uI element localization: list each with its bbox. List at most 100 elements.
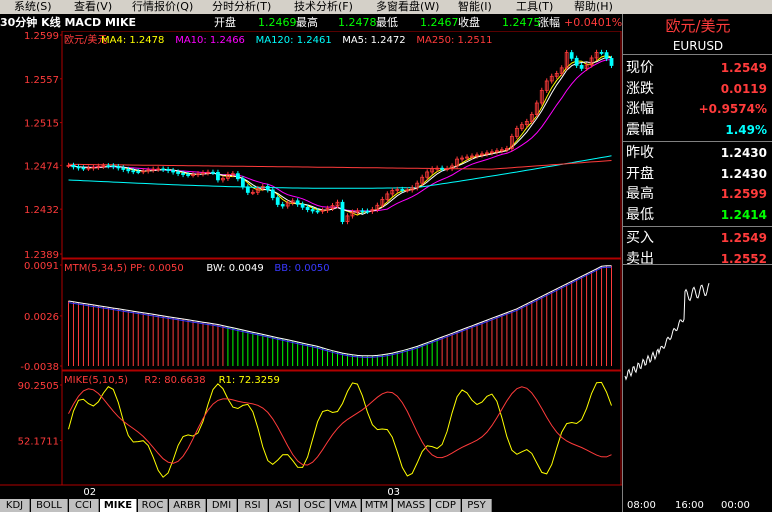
menu-quotes[interactable]: 行情报价(Q) — [132, 0, 193, 14]
candle-body — [599, 52, 604, 54]
mtm-bw-line — [68, 265, 612, 357]
candle-body — [176, 171, 180, 174]
candle-body — [609, 58, 614, 66]
candle-body — [360, 210, 365, 213]
quote-value: +0.9574% — [698, 102, 767, 116]
tab-osc[interactable]: OSC — [300, 499, 330, 512]
tab-dmi[interactable]: DMI — [207, 499, 237, 512]
tab-vma[interactable]: VMA — [331, 499, 361, 512]
menu-multiwindow[interactable]: 多窗看盘(W) — [376, 0, 439, 14]
candle-body — [161, 168, 166, 171]
quote-label: 昨收 — [626, 145, 654, 161]
tab-asi[interactable]: ASI — [269, 499, 299, 512]
main-legend-item: MA120: 1.2461 — [256, 35, 332, 46]
quote-row: 开盘 1.2430 — [623, 164, 771, 184]
candle-body — [106, 165, 111, 168]
mike-r2-line — [68, 386, 612, 466]
tab-kdj[interactable]: KDJ — [0, 499, 30, 512]
tab-psy[interactable]: PSY — [462, 499, 492, 512]
quote-divider — [623, 140, 772, 142]
candle-body — [579, 64, 584, 69]
menu-system[interactable]: 系统(S) — [14, 0, 52, 14]
candle-body — [166, 168, 171, 171]
candle-body — [245, 186, 250, 193]
mtm-legend-item: BB: 0.0050 — [274, 263, 329, 274]
tab-mike[interactable]: MIKE — [100, 499, 137, 512]
main-y-tick: 1.2432 — [24, 205, 59, 216]
quote-value: 1.2549 — [720, 231, 767, 245]
intraday-price-line — [624, 283, 710, 381]
candle-body — [71, 164, 76, 168]
time-label-0: 08:00 — [627, 500, 656, 511]
menu-view[interactable]: 查看(V) — [74, 0, 112, 14]
tab-mtm[interactable]: MTM — [362, 499, 392, 512]
change-value: +0.0401% — [564, 16, 623, 29]
candle-body — [121, 167, 126, 170]
mike-legend-item: MIKE(5,10,5) — [64, 375, 128, 386]
quote-label: 涨跌 — [626, 80, 654, 97]
tab-roc[interactable]: ROC — [138, 499, 168, 512]
quote-label: 最低 — [626, 206, 654, 223]
quote-value: 1.2549 — [720, 61, 767, 75]
quote-row: 现价 1.2549 — [623, 58, 771, 78]
menu-help[interactable]: 帮助(H) — [574, 0, 613, 14]
quote-label: 开盘 — [626, 165, 654, 182]
candle-body — [186, 174, 190, 176]
tab-boll[interactable]: BOLL — [31, 499, 68, 512]
tab-cci[interactable]: CCI — [69, 499, 99, 512]
main-y-tick: 1.2474 — [24, 161, 59, 172]
tab-mass[interactable]: MASS — [393, 499, 430, 512]
intraday-mini-chart — [624, 283, 710, 381]
main-y-tick: 1.2389 — [24, 250, 59, 261]
candle-body — [574, 57, 579, 66]
x-date-label: 02 — [83, 487, 96, 497]
quote-label: 震幅 — [626, 121, 654, 138]
quote-value: 0.0119 — [720, 81, 767, 96]
quote-value: 1.49% — [725, 122, 767, 137]
main-legend-item: MA4: 1.2478 — [101, 35, 164, 46]
pane-frame — [61, 30, 622, 259]
tab-arbr[interactable]: ARBR — [169, 499, 206, 512]
menu-tools[interactable]: 工具(T) — [516, 0, 553, 14]
menu-timeshare[interactable]: 分时分析(T) — [212, 0, 271, 14]
menu-technical[interactable]: 技术分析(F) — [294, 0, 353, 14]
candle-body — [211, 171, 215, 174]
candle-body — [235, 173, 240, 180]
quote-label: 买入 — [626, 230, 654, 246]
close-label: 收盘 — [458, 16, 480, 29]
quote-panel: 欧元/美元 EURUSD 现价 1.2549 涨跌 0.0119 涨幅 +0.9574% 震… — [622, 14, 772, 512]
change-label: 涨幅 — [538, 16, 560, 29]
quote-code: EURUSD — [623, 38, 772, 55]
tab-cdp[interactable]: CDP — [431, 499, 461, 512]
time-label-2: 00:00 — [721, 500, 750, 511]
candle-body — [365, 210, 370, 213]
pane-frame — [61, 370, 622, 486]
candle-body — [111, 165, 116, 168]
open-value: 1.2469 — [258, 16, 297, 29]
candle-body — [315, 210, 320, 213]
high-value: 1.2478 — [338, 16, 377, 29]
low-value: 1.2467 — [420, 16, 459, 29]
quote-label: 现价 — [626, 60, 654, 76]
quote-row: 昨收 1.2430 — [623, 143, 771, 163]
tab-rsi[interactable]: RSI — [238, 499, 268, 512]
quote-divider — [623, 225, 772, 227]
menu-smart[interactable]: 智能(I) — [458, 0, 492, 14]
candle-body — [76, 166, 81, 169]
quote-row: 涨跌 0.0119 — [623, 79, 771, 99]
intraday-time-axis: 08:00 16:00 00:00 — [623, 500, 772, 512]
quote-row: 买入 1.2549 — [623, 228, 771, 248]
quote-value: 1.2599 — [720, 187, 767, 201]
candle-body — [295, 200, 300, 205]
candle-body — [240, 178, 245, 188]
chart-panel[interactable]: 欧元/美元 MA4: 1.2478 MA10: 1.2466 MA120: 1.246… — [0, 30, 622, 498]
mtm-y-tick: -0.0038 — [20, 362, 59, 373]
quote-divider — [623, 264, 772, 265]
candle-body — [275, 197, 280, 205]
main-legend-item: MA250: 1.2511 — [416, 35, 492, 46]
kline-chart-svg[interactable]: 欧元/美元MA4: 1.2478 MA10: 1.2466 MA120: 1.246… — [0, 30, 622, 498]
candle-body — [131, 170, 136, 173]
mtm-legend-item: BW: 0.0049 — [206, 263, 263, 274]
quote-value: 1.2430 — [720, 146, 767, 160]
quote-row: 最低 1.2414 — [623, 205, 771, 225]
